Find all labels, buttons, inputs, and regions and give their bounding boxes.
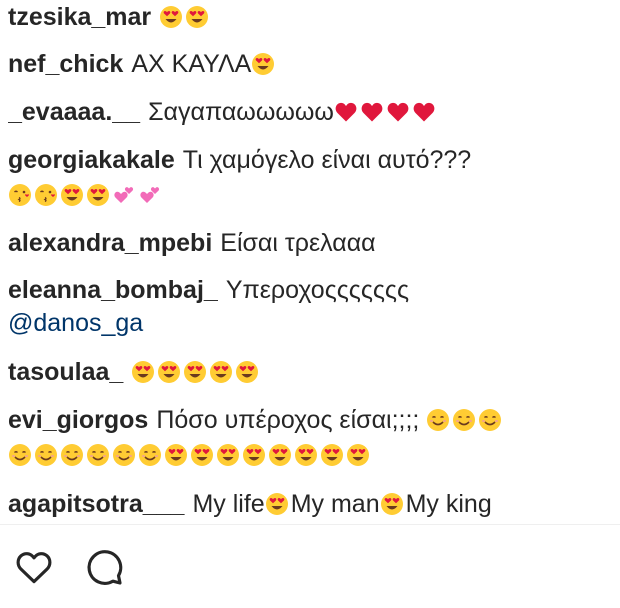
comment-2: _evaaaa.__ Σαγαπαωωωωω bbox=[8, 96, 438, 129]
heart-eyes-emoji-icon bbox=[87, 184, 109, 206]
comment-1: nef_chick ΑΧ ΚΑΥΛΑ bbox=[8, 48, 277, 81]
username[interactable]: evi_giorgos bbox=[8, 406, 148, 434]
heart-eyes-emoji-icon bbox=[243, 444, 265, 466]
heart-outline-icon bbox=[16, 552, 52, 584]
comment-part: My man bbox=[290, 490, 380, 518]
red-heart-emoji-icon bbox=[335, 102, 357, 122]
smile-emoji-icon bbox=[453, 409, 476, 431]
heart-eyes-emoji-icon bbox=[265, 493, 288, 515]
comment-text: Τι χαμόγελο είναι αυτό??? bbox=[182, 146, 472, 174]
heart-eyes-emoji-icon bbox=[165, 444, 187, 466]
comment-4: alexandra_mpebi Είσαι τρελααα bbox=[8, 227, 376, 260]
heart-eyes-emoji-icon bbox=[347, 444, 369, 466]
username[interactable]: alexandra_mpebi bbox=[8, 229, 212, 257]
comment-part: My life bbox=[192, 490, 265, 518]
emoji-group bbox=[8, 179, 471, 212]
heart-eyes-emoji-icon bbox=[269, 444, 291, 466]
emoji-group bbox=[159, 3, 211, 31]
red-heart-emoji-icon bbox=[361, 102, 383, 122]
heart-eyes-emoji-icon bbox=[210, 361, 233, 383]
smile-emoji-icon bbox=[479, 409, 502, 431]
kiss-face-emoji-icon bbox=[35, 184, 57, 206]
emoji-group bbox=[265, 490, 291, 518]
heart-eyes-emoji-icon bbox=[160, 6, 183, 28]
emoji-group bbox=[426, 406, 504, 434]
username[interactable]: tasoulaa_ bbox=[8, 358, 123, 386]
divider bbox=[0, 524, 620, 525]
smile-emoji-icon bbox=[87, 444, 109, 466]
emoji-group bbox=[251, 50, 277, 78]
heart-eyes-emoji-icon bbox=[252, 53, 275, 75]
heart-eyes-emoji-icon bbox=[61, 184, 83, 206]
heart-eyes-emoji-icon bbox=[132, 361, 155, 383]
smile-emoji-icon bbox=[113, 444, 135, 466]
smile-emoji-icon bbox=[9, 444, 31, 466]
comment-list: tzesika_mar nef_chick ΑΧ ΚΑΥΛΑ _evaaaa.__… bbox=[8, 0, 608, 524]
comment-text: ΑΧ ΚΑΥΛΑ bbox=[131, 50, 252, 78]
username[interactable]: _evaaaa.__ bbox=[8, 98, 140, 126]
heart-eyes-emoji-icon bbox=[158, 361, 181, 383]
username[interactable]: nef_chick bbox=[8, 50, 123, 78]
comment-part: My king bbox=[405, 490, 492, 518]
kiss-face-emoji-icon bbox=[9, 184, 31, 206]
username[interactable]: eleanna_bombaj_ bbox=[8, 276, 218, 304]
heart-eyes-emoji-icon bbox=[217, 444, 239, 466]
two-hearts-emoji-icon bbox=[140, 187, 160, 203]
comment-5: eleanna_bombaj_ Υπεροχοςςςςςςς @danos_ga bbox=[8, 274, 409, 340]
username[interactable]: georgiakakale bbox=[8, 146, 175, 174]
like-button[interactable] bbox=[14, 547, 54, 587]
comment-3: georgiakakale Τι χαμόγελο είναι αυτό??? bbox=[8, 144, 471, 212]
heart-eyes-emoji-icon bbox=[236, 361, 259, 383]
comment-text: Πόσο υπέροχος είσαι;;;; bbox=[156, 406, 420, 434]
smile-emoji-icon bbox=[61, 444, 83, 466]
username[interactable]: agapitsotra___ bbox=[8, 490, 184, 518]
username[interactable]: tzesika_mar bbox=[8, 3, 151, 31]
comment-0: tzesika_mar bbox=[8, 1, 211, 34]
smile-emoji-icon bbox=[427, 409, 450, 431]
comment-6: tasoulaa_ bbox=[8, 356, 261, 389]
emoji-group bbox=[334, 98, 438, 126]
comment-button[interactable] bbox=[84, 547, 124, 587]
two-hearts-emoji-icon bbox=[114, 187, 134, 203]
red-heart-emoji-icon bbox=[413, 102, 435, 122]
heart-eyes-emoji-icon bbox=[295, 444, 317, 466]
comment-text: Είσαι τρελααα bbox=[220, 229, 376, 257]
heart-eyes-emoji-icon bbox=[380, 493, 403, 515]
smile-emoji-icon bbox=[35, 444, 57, 466]
comment-text: Σαγαπαωωωωω bbox=[148, 98, 334, 126]
emoji-group bbox=[380, 490, 406, 518]
comment-text: Υπεροχοςςςςςςς bbox=[225, 276, 410, 304]
smile-emoji-icon bbox=[139, 444, 161, 466]
action-bar bbox=[14, 547, 124, 587]
comment-8: agapitsotra___ My life My man My king bbox=[8, 488, 492, 521]
heart-eyes-emoji-icon bbox=[321, 444, 343, 466]
comment-outline-icon bbox=[87, 550, 123, 585]
heart-eyes-emoji-icon bbox=[191, 444, 213, 466]
emoji-group bbox=[8, 439, 504, 472]
red-heart-emoji-icon bbox=[387, 102, 409, 122]
comment-7: evi_giorgos Πόσο υπέροχος είσαι;;;; bbox=[8, 404, 504, 472]
mention-link[interactable]: @danos_ga bbox=[8, 309, 143, 337]
heart-eyes-emoji-icon bbox=[186, 6, 209, 28]
heart-eyes-emoji-icon bbox=[184, 361, 207, 383]
emoji-group bbox=[131, 358, 261, 386]
